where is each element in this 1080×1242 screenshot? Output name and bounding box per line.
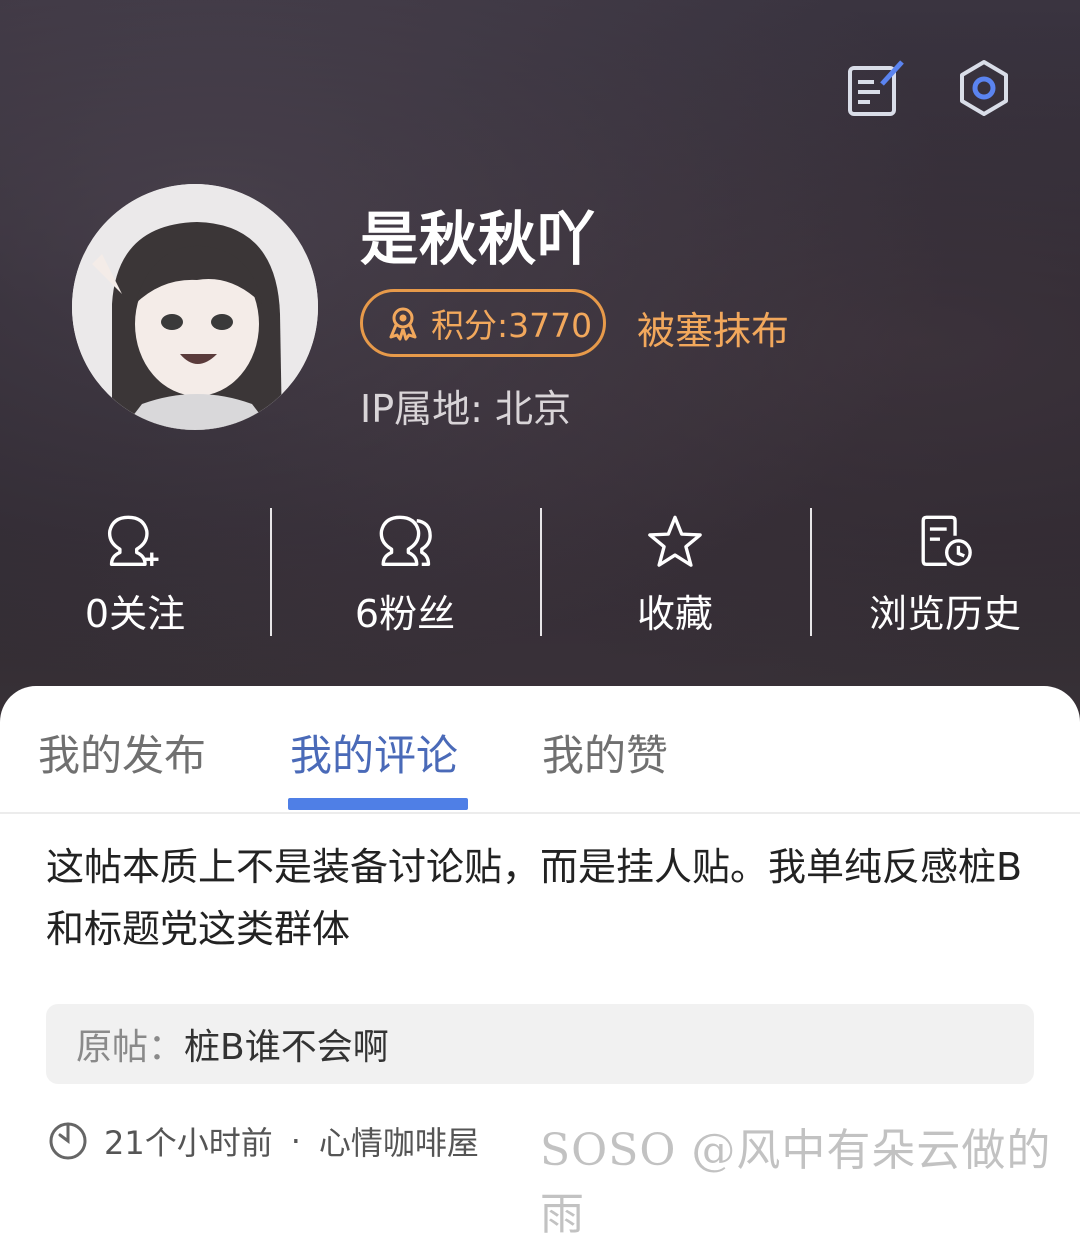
comment-meta: 21个小时前 · 心情咖啡屋 [46,1118,479,1164]
tab-my-posts[interactable]: 我的发布 [38,722,206,783]
tab-my-comments[interactable]: 我的评论 [290,722,458,783]
stat-label-history: 浏览历史 [868,592,1021,636]
stat-following[interactable]: 0关注 [0,508,270,638]
stats-bar: 0关注 6粉丝 收藏 浏览历史 [0,508,1080,638]
follow-icon [107,515,159,566]
comment-time: 21个小时前 [104,1124,273,1162]
original-post-link[interactable]: 原帖： 桩B谁不会啊 [46,1004,1034,1084]
ip-location: IP属地: 北京 [360,387,572,431]
avatar[interactable] [72,184,318,430]
watermark: SOSO @风中有朵云做的雨 [540,1125,1052,1240]
divider [810,508,812,636]
edit-profile-button[interactable] [844,56,908,120]
divider [540,508,542,636]
edit-icon [848,60,904,116]
stat-fans[interactable]: 6粉丝 [270,508,540,638]
original-post-title: 桩B谁不会啊 [184,1027,389,1068]
stat-history[interactable]: 浏览历史 [810,508,1080,638]
comment-text[interactable]: 这帖本质上不是装备讨论贴，而是挂人贴。我单纯反感桩B和标题党这类群体 [46,836,1036,960]
points-label: 积分:3770 [431,306,593,345]
gear-icon [960,60,1008,116]
fans-icon [379,515,432,566]
divider [270,508,272,636]
username: 是秋秋吖 [360,205,597,273]
forum-name[interactable]: 心情咖啡屋 [319,1118,479,1164]
avatar-image [72,184,318,430]
quote-prefix: 原帖： [76,1027,185,1068]
history-icon [921,515,972,566]
active-tab-indicator [288,798,468,810]
meta-separator: · [290,1122,301,1160]
star-icon [648,515,702,567]
stat-label-following: 0关注 [84,592,186,636]
stat-label-fans: 6粉丝 [354,592,456,636]
medal-icon [389,307,417,341]
tab-my-likes[interactable]: 我的赞 [542,722,668,783]
timer-icon [49,1122,87,1160]
tab-bar: 我的发布 我的评论 我的赞 [0,686,1080,814]
stat-label-favorites: 收藏 [636,592,713,636]
settings-button[interactable] [952,56,1016,120]
title-badge: 被塞抹布 [637,309,790,353]
stat-favorites[interactable]: 收藏 [540,508,810,638]
profile-header: 是秋秋吖 积分:3770 被塞抹布 IP属地: 北京 0关注 6粉丝 收藏 浏览… [0,0,1080,760]
points-badge[interactable]: 积分:3770 [360,289,606,357]
